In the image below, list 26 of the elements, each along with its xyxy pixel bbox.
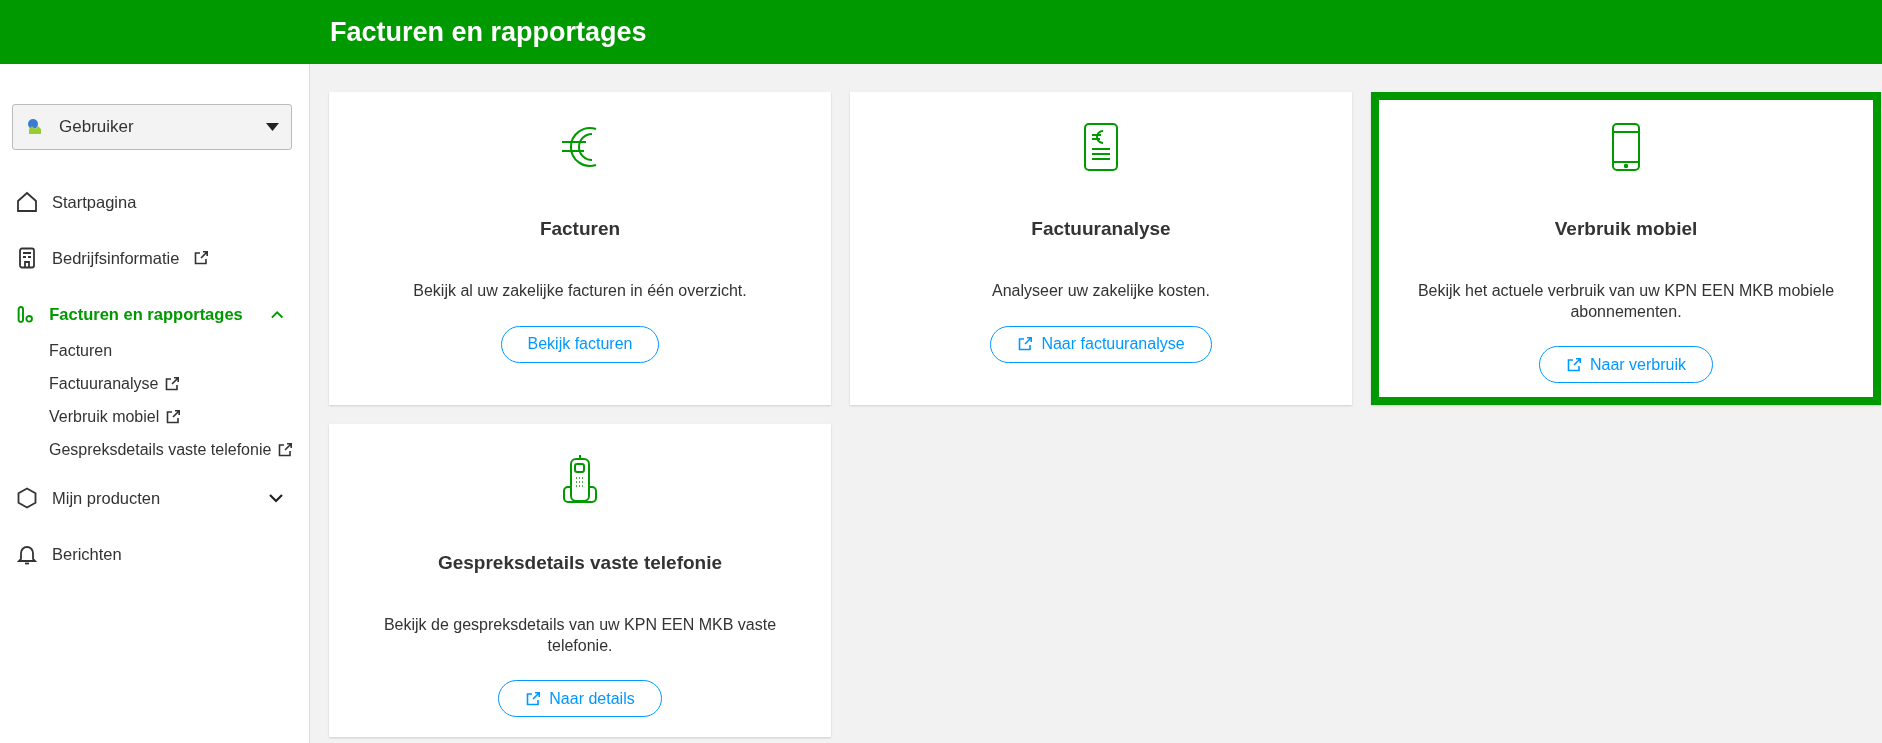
card-description: Bekijk al uw zakelijke facturen in één overzicht. <box>413 280 747 301</box>
sidebar-subitem[interactable]: Factuuranalyse <box>12 367 297 400</box>
home-icon <box>16 191 38 213</box>
card-description: Bekijk de gespreksdetails van uw KPN EEN MKB vaste telefonie. <box>382 614 778 656</box>
user-dropdown[interactable]: Gebruiker <box>12 104 292 150</box>
cordless-phone-icon <box>562 454 598 506</box>
sidebar-item[interactable]: Berichten <box>12 526 297 582</box>
card-title: Factuuranalyse <box>1031 218 1171 241</box>
hexagon-icon <box>16 487 38 509</box>
sidebar-item[interactable]: Mijn producten <box>12 470 297 526</box>
page-title: Facturen en rapportages <box>330 15 647 49</box>
sidebar-item[interactable]: Bedrijfsinformatie <box>12 230 297 286</box>
sidebar-subitem[interactable]: Verbruik mobiel <box>12 400 297 433</box>
card-title: Verbruik mobiel <box>1554 218 1698 241</box>
sidebar-subitem[interactable]: Gespreksdetails vaste telefonie <box>12 433 297 466</box>
caret-icon <box>266 123 279 131</box>
card-title: Facturen <box>539 218 621 241</box>
mobile-phone-icon <box>1611 122 1641 172</box>
bell-icon <box>16 543 38 565</box>
sidebar-item[interactable]: Startpagina <box>12 174 297 230</box>
invoice-icon <box>1083 122 1119 172</box>
card-description: Bekijk het actuele verbruik van uw KPN EEN MKB mobiele abonnementen. <box>1416 280 1836 322</box>
chart-icon <box>16 303 36 325</box>
card-description: Analyseer uw zakelijke kosten. <box>992 280 1210 301</box>
card-title: Gespreksdetails vaste telefonie <box>437 552 723 575</box>
building-icon <box>16 247 38 269</box>
